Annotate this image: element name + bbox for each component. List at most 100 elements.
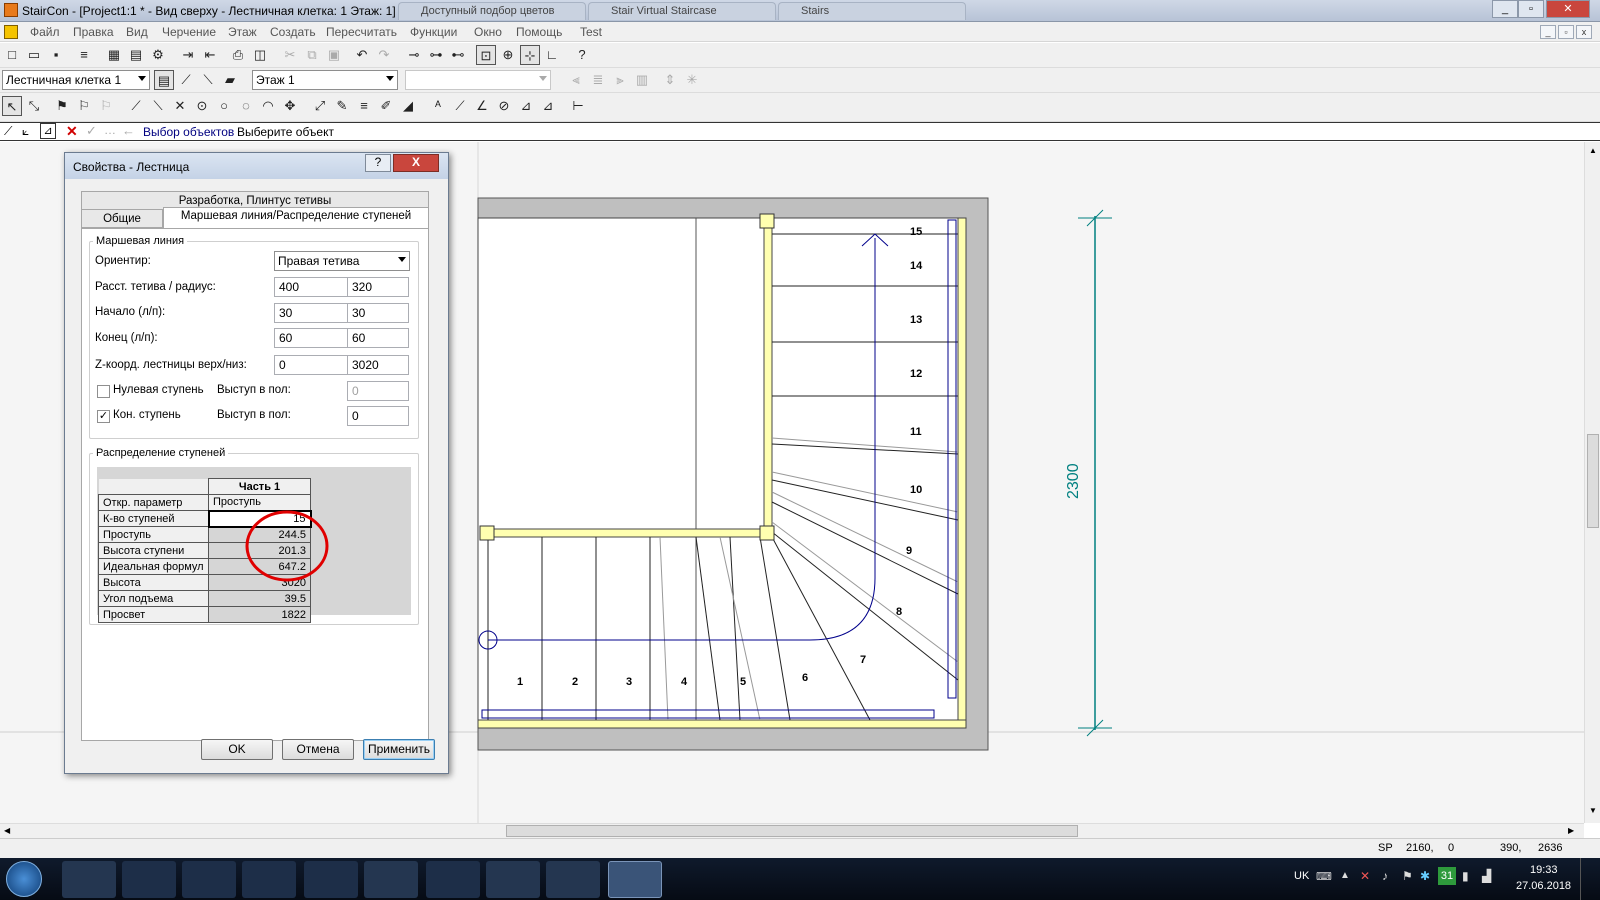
menu-recalculate[interactable]: Пересчитать <box>326 25 397 39</box>
align-right-icon[interactable]: ⫸ <box>610 70 630 90</box>
grid-cell[interactable]: 1822 <box>208 606 311 623</box>
menu-file[interactable]: Файл <box>30 25 60 39</box>
asterisk-icon[interactable]: ✳ <box>682 70 702 90</box>
scroll-down-icon[interactable]: ▼ <box>1589 806 1597 815</box>
floor-select[interactable]: Этаж 1 <box>252 70 398 90</box>
text-icon[interactable]: ᴬ <box>428 96 448 116</box>
cross-icon[interactable]: ✕ <box>170 96 190 116</box>
more-icon[interactable]: … <box>104 123 116 137</box>
help-icon[interactable]: ? <box>572 45 592 65</box>
mdi-minimize-button[interactable]: _ <box>1540 25 1556 39</box>
move-vertical-icon[interactable]: ⇕ <box>660 70 680 90</box>
circle-icon[interactable]: ○ <box>214 96 234 116</box>
open-folder-icon[interactable]: ▭ <box>24 45 44 65</box>
z-field-b[interactable]: 3020 <box>347 355 409 375</box>
stair-line-icon[interactable]: ⤢ <box>310 96 330 116</box>
table-icon[interactable]: ▦ <box>104 45 124 65</box>
area-icon[interactable]: ⊿ <box>516 96 536 116</box>
snap-middle-icon[interactable]: ⊕ <box>498 45 518 65</box>
end-step-checkbox[interactable]: ✓ <box>97 410 110 423</box>
ruler-icon[interactable]: ⟋ <box>176 70 196 90</box>
show-desktop-button[interactable] <box>1580 858 1598 900</box>
arc-icon[interactable]: ◠ <box>258 96 278 116</box>
paint-app-icon[interactable] <box>364 861 418 898</box>
apply-button[interactable]: Применить <box>363 739 435 760</box>
scroll-up-icon[interactable]: ▲ <box>1589 146 1597 155</box>
stair-brush-icon[interactable]: ✐ <box>376 96 396 116</box>
angle-icon[interactable]: ∠ <box>472 96 492 116</box>
stair-fill-icon[interactable]: ◢ <box>398 96 418 116</box>
ok-button[interactable]: OK <box>201 739 273 760</box>
empty-select[interactable] <box>405 70 551 90</box>
export-icon[interactable]: ⇤ <box>200 45 220 65</box>
chain-dimension-icon[interactable]: ⊢ <box>568 96 588 116</box>
close-button[interactable]: ✕ <box>1546 0 1590 18</box>
confirm-icon[interactable]: ✓ <box>86 123 97 139</box>
circle-center-icon[interactable]: ⊙ <box>192 96 212 116</box>
menu-edit[interactable]: Правка <box>73 25 114 39</box>
snap-endpoint-icon[interactable]: ⊡ <box>476 45 496 65</box>
staircon-icon[interactable] <box>608 861 662 898</box>
end-field-a[interactable]: 60 <box>274 328 349 348</box>
z-field-a[interactable]: 0 <box>274 355 349 375</box>
align-center-icon[interactable]: ≣ <box>588 70 608 90</box>
zero-step-checkbox[interactable] <box>97 385 110 398</box>
snap-point-icon[interactable]: ⊸ <box>404 45 424 65</box>
dist-field-b[interactable]: 320 <box>347 277 409 297</box>
radius-icon[interactable]: ⊘ <box>494 96 514 116</box>
polyline-icon[interactable]: ⟍ <box>148 96 168 116</box>
vertical-scroll-thumb[interactable] <box>1587 434 1599 528</box>
mdi-restore-button[interactable]: ▫ <box>1558 25 1574 39</box>
internet-explorer-icon[interactable] <box>122 861 176 898</box>
settings-icon[interactable]: ⚙ <box>148 45 168 65</box>
undo-icon[interactable]: ↶ <box>352 45 372 65</box>
language-indicator[interactable]: UK <box>1294 870 1309 882</box>
keyboard-icon[interactable]: ⌨ <box>1316 870 1332 883</box>
select-zoom-icon[interactable]: ⤡ <box>24 96 44 116</box>
dialog-close-button[interactable]: X <box>393 154 439 172</box>
start-field-a[interactable]: 30 <box>274 303 349 323</box>
tab-general[interactable]: Общие <box>81 209 163 228</box>
measure-icon[interactable]: ⟍ <box>198 70 218 90</box>
signal-icon[interactable]: ▟ <box>1482 869 1491 883</box>
paste-icon[interactable]: ▣ <box>324 45 344 65</box>
paint-disabled-icon[interactable]: ⚐ <box>96 96 116 116</box>
draw-line-icon[interactable]: ⟋ <box>4 124 12 139</box>
chrome-icon[interactable] <box>304 861 358 898</box>
new-file-icon[interactable]: □ <box>2 45 22 65</box>
crosshair-icon[interactable]: ⊹ <box>520 45 540 65</box>
circle-3pt-icon[interactable]: ◌ <box>236 96 256 116</box>
projection-field-2[interactable]: 0 <box>347 406 409 426</box>
dist-field-a[interactable]: 400 <box>274 277 349 297</box>
cancel-icon[interactable]: ✕ <box>66 123 78 140</box>
volume-icon[interactable]: ♪ <box>1382 869 1388 883</box>
clock-date[interactable]: 27.06.2018 <box>1516 880 1571 892</box>
dialog-help-button[interactable]: ? <box>365 154 391 172</box>
horizontal-scrollbar[interactable]: ◀ ▶ <box>0 823 1584 838</box>
grid-cell[interactable]: 39.5 <box>208 590 311 607</box>
stair-edit-icon[interactable]: ✎ <box>332 96 352 116</box>
orient-select[interactable]: Правая тетива <box>274 251 410 271</box>
stair-steps-icon[interactable]: ≡ <box>354 96 374 116</box>
import-icon[interactable]: ⇥ <box>178 45 198 65</box>
snap-line-icon[interactable]: ⊶ <box>426 45 446 65</box>
image-viewer-icon[interactable] <box>546 861 600 898</box>
start-field-b[interactable]: 30 <box>347 303 409 323</box>
opera-icon[interactable] <box>426 861 480 898</box>
ortho-icon[interactable]: ∟ <box>542 45 562 65</box>
slope-icon[interactable]: ⊿ <box>538 96 558 116</box>
dimension-icon[interactable]: ⟋ <box>450 96 470 116</box>
list-icon[interactable]: ▤ <box>126 45 146 65</box>
menu-create[interactable]: Создать <box>270 25 316 39</box>
video-editor-icon[interactable] <box>182 861 236 898</box>
distribute-icon[interactable]: ▥ <box>632 70 652 90</box>
scroll-right-icon[interactable]: ▶ <box>1568 826 1574 835</box>
vertical-scrollbar[interactable]: ▲ ▼ <box>1584 142 1600 823</box>
draw-box-icon[interactable]: ⊿ <box>40 123 56 139</box>
minimize-button[interactable]: _ <box>1492 0 1518 18</box>
snap-grid-icon[interactable]: ⊷ <box>448 45 468 65</box>
menu-floor[interactable]: Этаж <box>228 25 257 39</box>
paint-bucket-icon[interactable]: ⚐ <box>74 96 94 116</box>
menu-help[interactable]: Помощь <box>516 25 562 39</box>
draw-angle-icon[interactable]: ⟀ <box>22 124 29 139</box>
